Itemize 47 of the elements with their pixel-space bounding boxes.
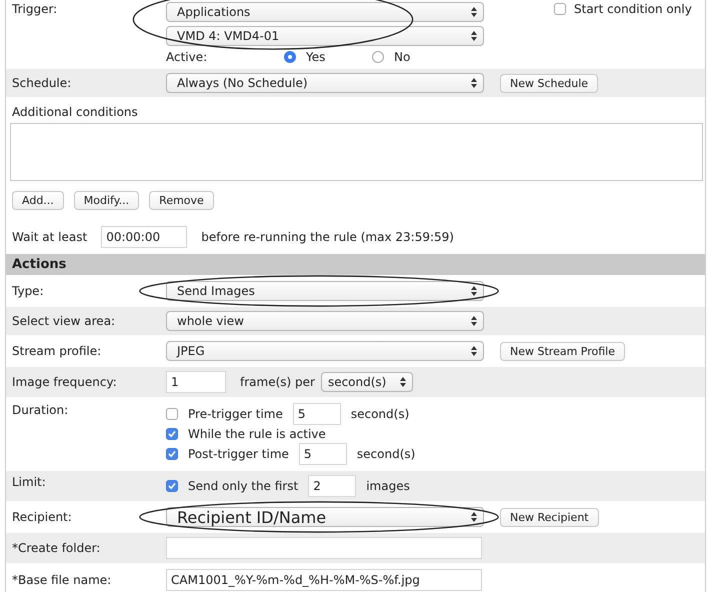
condition-button[interactable]: Modify... (74, 191, 140, 210)
dropdown[interactable]: Always (No Schedule) (166, 73, 484, 93)
input-field[interactable]: 5 (292, 403, 341, 425)
dropdown[interactable]: second(s) (320, 372, 413, 392)
condition-button[interactable]: Add... (12, 191, 64, 210)
checkbox-label: Start condition only (574, 2, 692, 16)
checkbox-label: Post-trigger time (188, 447, 289, 461)
field-label: Limit: (11, 475, 47, 489)
field-label: Stream profile: (11, 344, 102, 358)
field-label: *Create folder: (11, 541, 102, 555)
dropdown[interactable]: Send Images (166, 281, 484, 301)
section-label: Additional conditions (11, 105, 138, 119)
input-field[interactable]: 1 (166, 371, 226, 393)
dropdown[interactable]: Applications (166, 2, 484, 22)
field-label: Recipient: (11, 510, 73, 524)
new-schedule-button[interactable]: New Schedule (500, 74, 598, 92)
dropdown[interactable]: JPEG (166, 341, 484, 361)
field-label: Trigger: (11, 2, 58, 16)
checkbox-label: Send only the first (188, 479, 298, 493)
field-label: Active: (166, 50, 208, 64)
input-field[interactable]: CAM1001_%Y-%m-%d_%H-%M-%S-%f.jpg (166, 569, 482, 591)
time-field[interactable]: 00:00:00 (101, 226, 188, 248)
checkbox-label: Pre-trigger time (188, 407, 283, 421)
unit-text: second(s) (356, 447, 416, 461)
new-button[interactable]: New Recipient (500, 508, 599, 526)
field-text: before re-running the rule (max 23:59:59) (201, 230, 454, 244)
dropdown[interactable]: VMD 4: VMD4-01 (166, 26, 484, 46)
radio-label: No (394, 50, 410, 64)
condition-button[interactable]: Remove (149, 191, 214, 210)
field-label: Schedule: (11, 76, 72, 90)
field-label: Duration: (11, 403, 70, 417)
unit-text: images (366, 479, 410, 493)
field-label: Type: (11, 284, 45, 298)
checkbox-label: While the rule is active (188, 427, 326, 441)
new-button[interactable]: New Stream Profile (500, 342, 625, 360)
field-label: Image frequency: (11, 375, 118, 389)
field-label: Wait at least (12, 230, 88, 244)
field-label: *Base file name: (11, 573, 112, 587)
dropdown[interactable]: whole view (166, 311, 484, 331)
section-header: Actions (6, 254, 705, 275)
field-text: frame(s) per (240, 375, 315, 389)
input-field[interactable]: 5 (298, 443, 347, 465)
radio-label: Yes (306, 50, 326, 64)
dropdown[interactable]: Recipient ID/Name (166, 507, 484, 527)
unit-text: second(s) (350, 407, 410, 421)
input-field[interactable]: 2 (308, 475, 356, 497)
field-label: Select view area: (11, 314, 116, 328)
